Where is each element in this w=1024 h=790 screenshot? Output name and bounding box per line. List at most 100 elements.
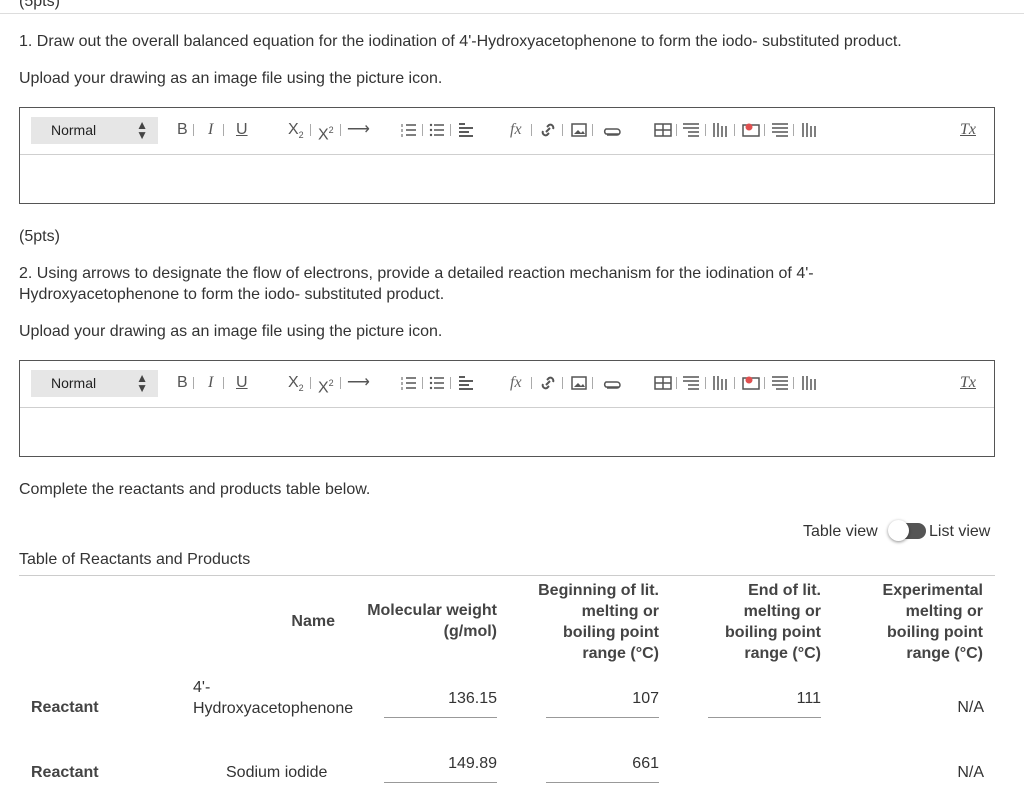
table-title: Table of Reactants and Products [19, 551, 251, 568]
format-select-value: Normal [51, 375, 97, 391]
molecular-weight-input[interactable]: 136.15 [384, 690, 497, 708]
molecular-weight-input[interactable]: 149.89 [384, 755, 497, 773]
arrow-icon[interactable]: ⟶ [347, 120, 370, 140]
arrow-icon[interactable]: ⟶ [347, 373, 370, 393]
header-line: range (°C) [582, 645, 659, 662]
superscript-button[interactable]: X2 [318, 120, 334, 145]
delete-row-icon[interactable] [771, 375, 789, 391]
beginning-range-input[interactable]: 661 [546, 755, 659, 773]
toolbar-separator [310, 377, 311, 389]
row-type: Reactant [31, 699, 99, 716]
underline-button[interactable]: U [236, 373, 248, 393]
subscript-button[interactable]: X2 [288, 373, 304, 398]
toolbar-separator [764, 124, 765, 136]
header-line: range (°C) [906, 645, 983, 662]
question-2-points: (5pts) [19, 228, 60, 245]
toggle-knob [888, 520, 909, 541]
editor-toolbar: Normal ▲ ▼ B I U X2 X2 ⟶ fx Tx [20, 108, 994, 155]
input-underline [708, 717, 821, 718]
header-line: boiling point [725, 624, 821, 641]
table-icon[interactable] [654, 122, 672, 138]
delete-column-icon[interactable] [801, 375, 817, 391]
delete-column-icon[interactable] [801, 122, 817, 138]
underline-button[interactable]: U [236, 120, 248, 140]
row-type: Reactant [31, 764, 99, 781]
table-icon[interactable] [654, 375, 672, 391]
row-name-line-1: 4'- [193, 679, 211, 696]
subscript-button[interactable]: X2 [288, 120, 304, 145]
beginning-range-input[interactable]: 107 [546, 690, 659, 708]
toolbar-separator [422, 377, 423, 389]
attachment-icon[interactable] [600, 379, 622, 391]
toolbar-separator [193, 377, 194, 389]
toolbar-separator [676, 377, 677, 389]
align-left-icon[interactable] [458, 375, 474, 391]
toolbar-separator [340, 377, 341, 389]
list-view-label[interactable]: List view [929, 523, 990, 541]
end-range-input[interactable]: 111 [708, 690, 821, 708]
table-top-border [19, 575, 995, 576]
italic-button[interactable]: I [208, 120, 213, 140]
header-line: (g/mol) [443, 623, 497, 640]
toolbar-separator [592, 124, 593, 136]
input-underline [384, 717, 497, 718]
attachment-icon[interactable] [600, 126, 622, 138]
row-name-line-2: Hydroxyacetophenone [193, 700, 354, 717]
clear-format-button[interactable]: Tx [960, 373, 976, 393]
input-underline [546, 717, 659, 718]
bullet-list-icon[interactable] [429, 375, 445, 391]
delete-row-icon[interactable] [771, 122, 789, 138]
toolbar-separator [562, 124, 563, 136]
table-instructions: Complete the reactants and products tabl… [19, 481, 371, 498]
top-divider [0, 13, 1024, 14]
toolbar-separator [223, 377, 224, 389]
header-line: melting or [905, 603, 983, 620]
bullet-list-icon[interactable] [429, 122, 445, 138]
insert-row-icon[interactable] [682, 122, 700, 138]
toolbar-separator [705, 124, 706, 136]
ordered-list-icon[interactable] [401, 122, 417, 138]
toolbar-separator [310, 124, 311, 136]
question-2-text-line-2: Hydroxyacetophenone to form the iodo- su… [19, 286, 445, 303]
image-icon[interactable] [571, 122, 587, 138]
align-left-icon[interactable] [458, 122, 474, 138]
format-select[interactable]: Normal ▲ ▼ [31, 370, 158, 397]
input-underline [546, 782, 659, 783]
table-view-label[interactable]: Table view [803, 523, 878, 541]
toolbar-separator [734, 124, 735, 136]
ordered-list-icon[interactable] [401, 375, 417, 391]
link-icon[interactable] [539, 122, 557, 138]
format-select[interactable]: Normal ▲ ▼ [31, 117, 158, 144]
header-name: Name [291, 613, 335, 630]
toolbar-separator [340, 124, 341, 136]
superscript-button[interactable]: X2 [318, 373, 334, 398]
delete-table-icon[interactable] [742, 122, 760, 138]
editor-toolbar: Normal ▲ ▼ B I U X2 X2 ⟶ fx Tx [20, 361, 994, 408]
italic-button[interactable]: I [208, 373, 213, 393]
insert-column-icon[interactable] [712, 375, 728, 391]
header-line: End of lit. [748, 582, 821, 599]
toolbar-separator [793, 124, 794, 136]
header-molecular-weight: Molecular weight (g/mol) [330, 600, 497, 642]
select-arrows-icon: ▲ ▼ [136, 371, 148, 395]
toolbar-separator [193, 124, 194, 136]
toolbar-separator [531, 377, 532, 389]
formula-button[interactable]: fx [510, 373, 522, 393]
toolbar-separator [531, 124, 532, 136]
clear-format-button[interactable]: Tx [960, 120, 976, 140]
bold-button[interactable]: B [177, 373, 188, 393]
bold-button[interactable]: B [177, 120, 188, 140]
image-icon[interactable] [571, 375, 587, 391]
question-1-upload-hint: Upload your drawing as an image file usi… [19, 70, 443, 87]
answer-editor-1: Normal ▲ ▼ B I U X2 X2 ⟶ fx Tx [19, 107, 995, 204]
delete-table-icon[interactable] [742, 375, 760, 391]
insert-row-icon[interactable] [682, 375, 700, 391]
formula-button[interactable]: fx [510, 120, 522, 140]
header-line: melting or [581, 603, 659, 620]
header-line: Experimental [882, 582, 983, 599]
view-toggle[interactable] [888, 520, 926, 542]
toolbar-separator [592, 377, 593, 389]
insert-column-icon[interactable] [712, 122, 728, 138]
link-icon[interactable] [539, 375, 557, 391]
toolbar-separator [223, 124, 224, 136]
